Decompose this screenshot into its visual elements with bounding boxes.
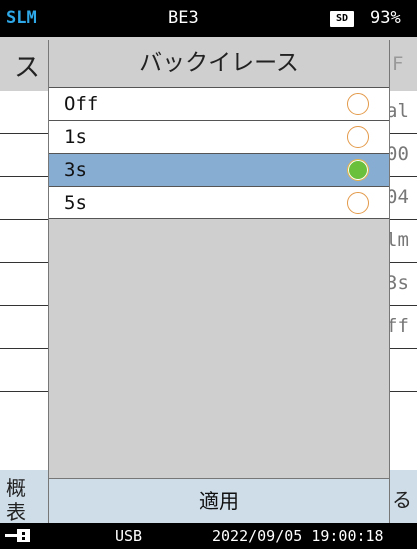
footer-bar: USB 2022/09/05 19:00:18 xyxy=(0,523,417,549)
usb-connection-icon xyxy=(5,529,30,542)
radio-button[interactable] xyxy=(347,192,369,214)
dialog-title: バックイレース xyxy=(49,40,389,87)
datetime: 2022/09/05 19:00:18 xyxy=(212,527,384,545)
bottom-left-text-2: 表 xyxy=(6,500,26,524)
back-erase-dialog: バックイレース Off 1s 3s 5s 適用 xyxy=(48,40,390,524)
apply-button[interactable]: 適用 xyxy=(49,478,389,524)
sd-card-icon: SD xyxy=(330,11,354,27)
settings-title-fragment: ス xyxy=(14,53,41,83)
option-3s[interactable]: 3s xyxy=(49,153,389,186)
usb-label: USB xyxy=(115,527,143,545)
option-off[interactable]: Off xyxy=(49,87,389,120)
battery-level: 93% xyxy=(370,8,401,28)
status-bar: SLM BE3 SD 93% xyxy=(0,0,417,37)
bottom-right-text: る xyxy=(392,488,412,512)
file-name: BE3 xyxy=(168,8,199,28)
radio-button-selected[interactable] xyxy=(347,159,369,181)
option-label: Off xyxy=(64,93,99,115)
option-label: 3s xyxy=(64,159,87,181)
option-label: 5s xyxy=(64,192,87,214)
measurement-mode: SLM xyxy=(6,8,37,28)
option-1s[interactable]: 1s xyxy=(49,120,389,153)
settings-header-fragment: F xyxy=(392,53,404,75)
radio-button[interactable] xyxy=(347,126,369,148)
option-5s[interactable]: 5s xyxy=(49,186,389,219)
radio-button[interactable] xyxy=(347,93,369,115)
option-label: 1s xyxy=(64,126,87,148)
